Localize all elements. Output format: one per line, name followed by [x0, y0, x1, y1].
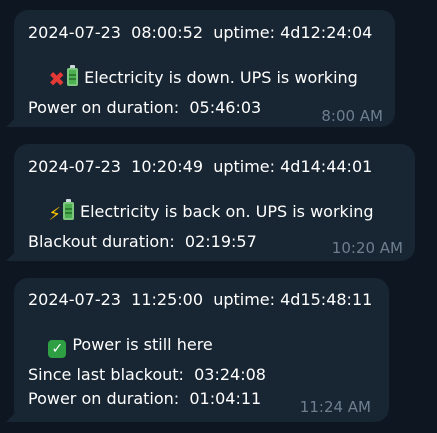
status-text: Power is still here — [72, 335, 213, 354]
message-header: 2024-07-23 10:20:49 uptime: 4d14:44:01 — [28, 157, 373, 176]
message-bubble[interactable]: 2024-07-23 11:25:00 uptime: 4d15:48:11 ✓… — [6, 278, 389, 422]
cross-mark-icon: ✖ — [48, 67, 66, 91]
bubble-tail — [6, 117, 16, 127]
check-mark-icon: ✓ — [48, 340, 67, 358]
detail-line: Blackout duration: 02:19:57 — [28, 232, 257, 251]
message-header: 2024-07-23 08:00:52 uptime: 4d12:24:04 — [28, 23, 373, 42]
message-time: 8:00 AM — [321, 107, 383, 125]
message-bubble[interactable]: 2024-07-23 10:20:49 uptime: 4d14:44:01 ⚡… — [6, 144, 415, 261]
detail-line: Power on duration: 05:46:03 — [28, 98, 262, 117]
battery-icon — [67, 65, 79, 86]
lightning-icon: ⚡ — [48, 204, 61, 225]
message-time: 11:24 AM — [299, 398, 371, 416]
status-text: Electricity is back on. UPS is working — [79, 202, 374, 221]
battery-icon — [62, 199, 74, 220]
detail-line: Since last blackout: 03:24:08 — [28, 365, 266, 384]
bubble-tail — [6, 412, 16, 422]
message-header: 2024-07-23 11:25:00 uptime: 4d15:48:11 — [28, 290, 373, 309]
detail-line: Power on duration: 01:04:11 — [28, 389, 262, 408]
message-bubble[interactable]: 2024-07-23 08:00:52 uptime: 4d12:24:04 ✖… — [6, 10, 395, 127]
bubble-tail — [6, 251, 16, 261]
message-time: 10:20 AM — [331, 239, 403, 257]
status-text: Electricity is down. UPS is working — [84, 68, 358, 87]
